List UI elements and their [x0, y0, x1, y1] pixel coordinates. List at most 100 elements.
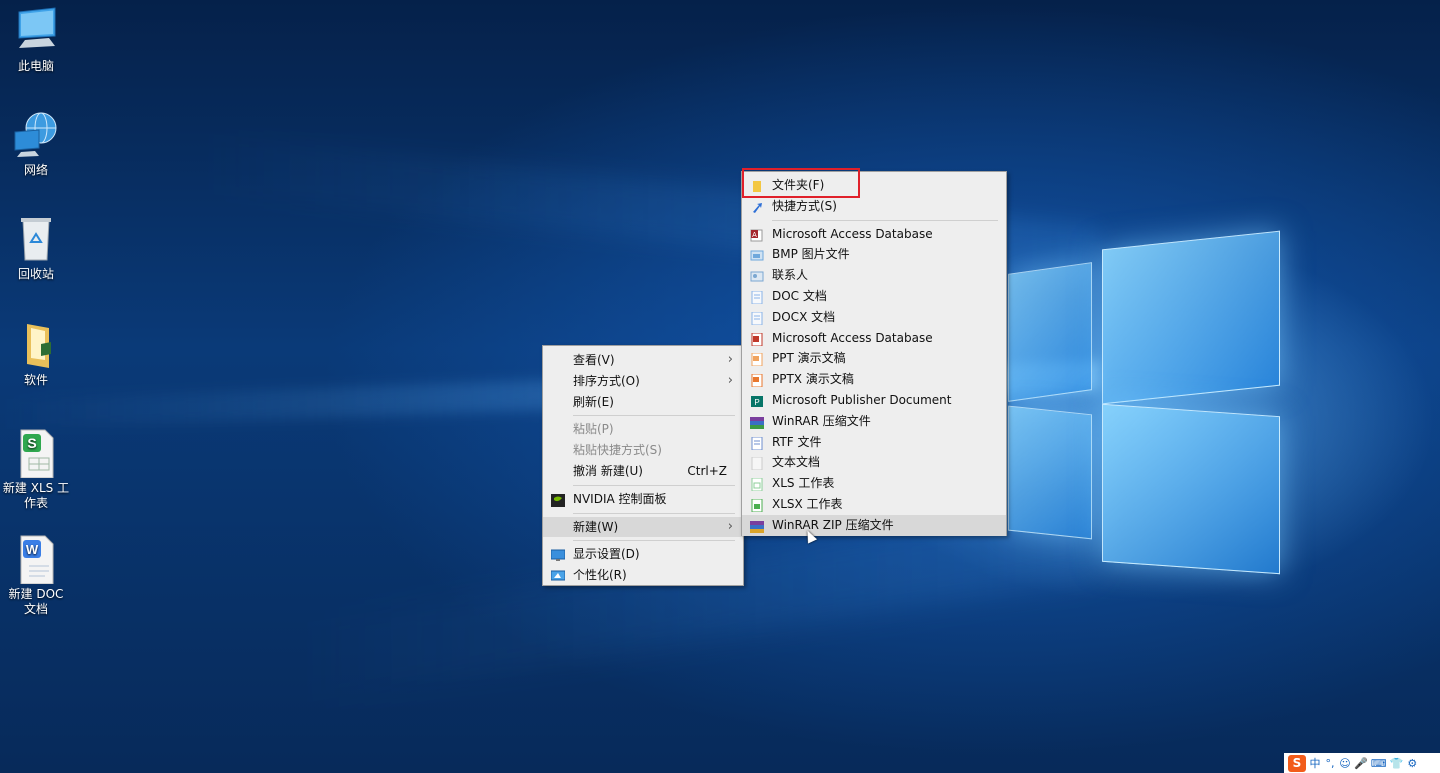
menu-separator — [573, 484, 735, 486]
menu-item-label: 粘贴快捷方式(S) — [573, 443, 662, 458]
submenu-item-doc[interactable]: DOC 文档 — [742, 286, 1006, 307]
menu-item-personalize[interactable]: 个性化(R) — [543, 565, 743, 586]
menu-item-label: 刷新(E) — [573, 394, 614, 409]
submenu-item-xlsx[interactable]: XLSX 工作表 — [742, 494, 1006, 515]
pptx-icon — [750, 373, 764, 388]
submenu-item-access-database-2[interactable]: Microsoft Access Database — [742, 328, 1006, 349]
submenu-item-label: WinRAR ZIP 压缩文件 — [772, 517, 894, 532]
menu-separator — [573, 415, 735, 417]
menu-item-new[interactable]: 新建(W) › — [543, 516, 743, 538]
recycle-bin-icon — [11, 214, 61, 264]
microphone-icon[interactable]: 🎤 — [1354, 757, 1368, 770]
menu-item-view[interactable]: 查看(V) › — [543, 350, 743, 371]
menu-item-label: 显示设置(D) — [573, 547, 640, 562]
computer-icon — [11, 6, 61, 56]
windows-logo-pane — [1008, 405, 1092, 540]
winrar-icon — [750, 415, 764, 429]
punctuation-icon[interactable]: °, — [1324, 757, 1336, 770]
access-icon: A — [750, 228, 764, 242]
emoji-icon[interactable]: ☺ — [1339, 757, 1351, 770]
submenu-item-winrar-zip[interactable]: WinRAR ZIP 压缩文件 — [742, 514, 1006, 536]
menu-item-sort-by[interactable]: 排序方式(O) › — [543, 371, 743, 392]
menu-item-paste-shortcut[interactable]: 粘贴快捷方式(S) — [543, 440, 743, 461]
ime-toolbar: S 中 °, ☺ 🎤 ⌨ 👕 ⚙ — [1284, 753, 1440, 773]
svg-text:W: W — [26, 542, 39, 557]
submenu-item-label: DOCX 文档 — [772, 309, 836, 324]
desktop-icon-label: 软件 — [23, 373, 48, 387]
submenu-item-rtf[interactable]: RTF 文件 — [742, 432, 1006, 453]
menu-item-label: 撤消 新建(U) — [573, 463, 643, 478]
winrar-zip-icon — [750, 519, 764, 533]
submenu-item-label: Microsoft Access Database — [772, 226, 933, 241]
submenu-item-label: Microsoft Publisher Document — [772, 392, 952, 407]
submenu-item-contact[interactable]: 联系人 — [742, 265, 1006, 286]
submenu-item-shortcut[interactable]: 快捷方式(S) — [742, 196, 1006, 217]
desktop-icon-recycle-bin[interactable]: 回收站 — [0, 214, 72, 282]
menu-item-undo-new[interactable]: 撤消 新建(U) Ctrl+Z — [543, 461, 743, 482]
submenu-item-ppt[interactable]: PPT 演示文稿 — [742, 348, 1006, 369]
personalize-icon — [550, 569, 566, 582]
sogou-logo-icon[interactable]: S — [1288, 754, 1306, 772]
submenu-item-label: 联系人 — [772, 268, 809, 283]
desktop-icon-label: 新建 DOC 文档 — [8, 587, 64, 616]
desktop-icon-software-folder[interactable]: 软件 — [0, 320, 72, 388]
submenu-item-label: Microsoft Access Database — [772, 330, 933, 345]
menu-item-label: NVIDIA 控制面板 — [573, 491, 667, 506]
submenu-item-label: XLSX 工作表 — [772, 496, 843, 511]
desktop-icon-this-pc[interactable]: 此电脑 — [0, 6, 72, 74]
desktop-icon-new-xls[interactable]: S 新建 XLS 工作表 — [0, 428, 72, 511]
svg-text:A: A — [752, 232, 757, 239]
windows-logo-pane — [1102, 230, 1280, 405]
xls-icon — [750, 477, 764, 492]
submenu-item-xls[interactable]: XLS 工作表 — [742, 473, 1006, 494]
menu-item-label: 查看(V) — [573, 353, 615, 367]
submenu-item-label: DOC 文档 — [772, 288, 827, 303]
submenu-item-publisher[interactable]: P Microsoft Publisher Document — [742, 390, 1006, 411]
submenu-item-label: 快捷方式(S) — [772, 198, 837, 213]
submenu-item-folder[interactable]: 文件夹(F) — [742, 175, 1006, 196]
access-icon — [750, 332, 764, 347]
submenu-item-bmp[interactable]: BMP 图片文件 — [742, 244, 1006, 265]
new-submenu: 文件夹(F) 快捷方式(S) A Microsoft Access Databa… — [741, 171, 1007, 536]
submenu-item-winrar[interactable]: WinRAR 压缩文件 — [742, 411, 1006, 432]
menu-item-display-settings[interactable]: 显示设置(D) — [543, 544, 743, 565]
menu-item-paste[interactable]: 粘贴(P) — [543, 419, 743, 440]
windows-logo-pane — [1008, 262, 1092, 402]
xls-file-icon: S — [11, 428, 61, 479]
svg-text:S: S — [27, 435, 36, 451]
svg-text:P: P — [754, 398, 759, 407]
submenu-item-label: PPTX 演示文稿 — [772, 372, 854, 387]
desktop-icon-new-doc[interactable]: W 新建 DOC 文档 — [0, 534, 72, 617]
submenu-item-pptx[interactable]: PPTX 演示文稿 — [742, 369, 1006, 390]
docx-icon — [750, 311, 764, 326]
doc-icon — [750, 290, 764, 305]
submenu-item-docx[interactable]: DOCX 文档 — [742, 307, 1006, 328]
menu-item-label: 排序方式(O) — [573, 373, 640, 388]
submenu-item-access-database[interactable]: A Microsoft Access Database — [742, 224, 1006, 245]
menu-separator — [772, 219, 998, 221]
menu-item-refresh[interactable]: 刷新(E) — [543, 392, 743, 413]
submenu-item-label: BMP 图片文件 — [772, 247, 850, 262]
menu-item-nvidia-control-panel[interactable]: NVIDIA 控制面板 — [543, 489, 743, 510]
menu-item-label: 新建(W) — [573, 519, 619, 534]
chevron-right-icon: › — [727, 372, 733, 388]
settings-icon[interactable]: ⚙ — [1406, 757, 1418, 770]
keyboard-icon[interactable]: ⌨ — [1371, 757, 1387, 770]
folder-icon — [750, 179, 764, 192]
desktop-icon-network[interactable]: 网络 — [0, 110, 72, 178]
submenu-item-text-document[interactable]: 文本文档 — [742, 452, 1006, 473]
menu-item-label: 粘贴(P) — [573, 422, 614, 437]
text-icon — [750, 456, 764, 471]
submenu-item-label: RTF 文件 — [772, 434, 822, 449]
submenu-item-label: 文本文档 — [772, 455, 821, 470]
submenu-item-label: PPT 演示文稿 — [772, 351, 846, 366]
submenu-item-label: WinRAR 压缩文件 — [772, 413, 871, 428]
folder-icon — [11, 320, 61, 370]
desktop-icon-label: 此电脑 — [17, 59, 54, 73]
rtf-icon — [750, 436, 764, 451]
skin-icon[interactable]: 👕 — [1390, 757, 1404, 770]
network-icon — [11, 110, 61, 160]
ime-mode-toggle[interactable]: 中 — [1309, 755, 1321, 771]
menu-separator — [573, 512, 735, 514]
chevron-right-icon: › — [727, 352, 733, 367]
